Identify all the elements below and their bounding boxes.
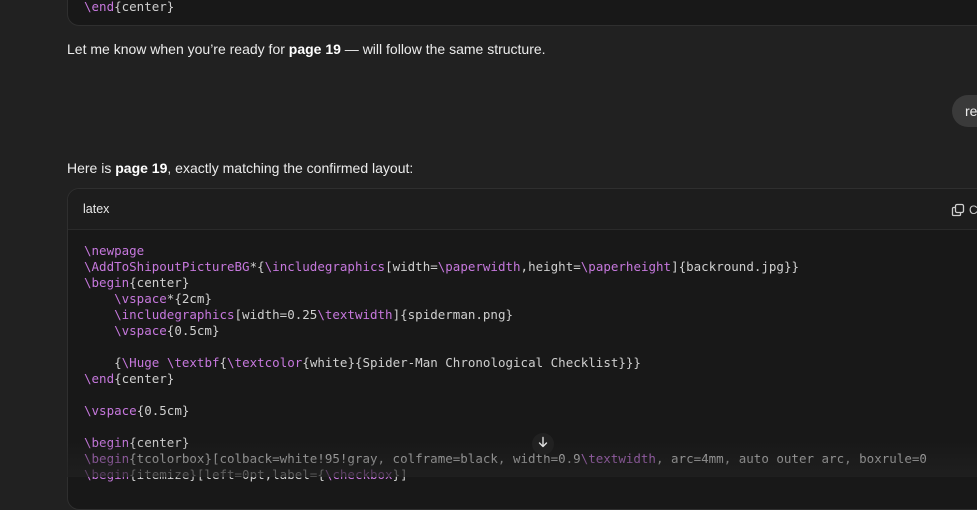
code-token: \vspace — [114, 291, 167, 306]
code-token: \checkbox — [324, 467, 393, 482]
scroll-to-bottom-button[interactable] — [532, 433, 554, 455]
previous-code-line: \end{center} — [84, 0, 174, 14]
copy-label: C — [969, 203, 977, 217]
message-text: — will follow the same structure. — [340, 41, 546, 57]
message-bold-text: page 19 — [288, 41, 341, 57]
code-token: ,height= — [520, 259, 581, 274]
code-token: {itemize}[left=0pt,label= — [129, 467, 318, 482]
copy-icon — [951, 203, 965, 217]
code-token: \vspace — [84, 403, 137, 418]
code-language-label: latex — [83, 202, 110, 216]
code-line: \newpage — [84, 243, 927, 259]
code-token: {center} — [129, 275, 190, 290]
code-block-header: latex C — [68, 189, 977, 230]
code-line: \begin{tcolorbox}[colback=white!95!gray,… — [84, 451, 927, 467]
code-line: \vspace{0.5cm} — [84, 323, 927, 339]
code-block: latex C \newpage \AddToShipoutPictureBG*{… — [67, 188, 977, 510]
code-line: \begin{center} — [84, 435, 927, 451]
user-message-bubble: re — [952, 95, 977, 127]
code-token: *{ — [249, 259, 265, 274]
code-token: \AddToShipoutPictureBG — [84, 259, 250, 274]
code-line: \includegraphics[width=0.25\textwidth]{s… — [84, 307, 927, 323]
code-token: \end — [84, 0, 115, 14]
code-token: [width= — [385, 259, 438, 274]
code-content: \newpage \AddToShipoutPictureBG*{\include… — [84, 243, 927, 483]
assistant-message-2: Here is page 19, exactly matching the co… — [67, 160, 413, 176]
code-token: \newpage — [84, 243, 145, 258]
code-line: \end{center} — [84, 371, 927, 387]
code-token: \begin — [84, 275, 130, 290]
message-text: , exactly matching the confirmed layout: — [167, 160, 414, 176]
code-token: \Huge — [121, 355, 160, 370]
message-text: Here is — [67, 160, 116, 176]
code-token: \begin — [84, 467, 130, 482]
code-token: \textwidth — [317, 307, 393, 322]
code-token: \begin — [84, 435, 130, 450]
code-token: \paperwidth — [437, 259, 521, 274]
code-token: { — [219, 355, 228, 370]
code-token: \textcolor — [227, 355, 303, 370]
code-line: \AddToShipoutPictureBG*{\includegraphics… — [84, 259, 927, 275]
code-token: \begin — [84, 451, 130, 466]
code-line: \vspace*{2cm} — [84, 291, 927, 307]
code-line: {\Huge \textbf{\textcolor{white}{Spider-… — [84, 355, 927, 371]
code-token: { — [84, 355, 122, 370]
code-token: *{2cm} — [166, 291, 212, 306]
code-token: \vspace — [114, 323, 167, 338]
code-token: \includegraphics — [264, 259, 386, 274]
code-token: {0.5cm} — [166, 323, 220, 338]
code-token: {center} — [129, 435, 190, 450]
previous-code-block: \end{center} — [67, 0, 977, 26]
code-token: , arc=4mm, auto outer arc, boxrule=0 — [655, 451, 927, 466]
message-bold-text: page 19 — [115, 160, 168, 176]
code-token: {center} — [114, 0, 175, 14]
code-line: \begin{center} — [84, 275, 927, 291]
code-line: \begin{itemize}[left=0pt,label={\checkbo… — [84, 467, 927, 483]
user-message-text: re — [965, 103, 977, 119]
code-token: {center} — [114, 371, 175, 386]
code-token: \textwidth — [580, 451, 656, 466]
code-token: { — [317, 467, 325, 482]
code-token: {0.5cm} — [136, 403, 190, 418]
code-token: \paperheight — [580, 259, 672, 274]
assistant-message-1: Let me know when you’re ready for page 1… — [67, 41, 546, 57]
arrow-down-icon — [537, 435, 549, 453]
code-token: \end — [84, 371, 115, 386]
code-token: [width=0.25 — [234, 307, 318, 322]
message-text: Let me know when you’re ready for — [67, 41, 289, 57]
code-token: {tcolorbox}[colback=white!95!gray, colfr… — [129, 451, 581, 466]
code-token: }] — [392, 467, 408, 482]
code-token: ]{spiderman.png} — [392, 307, 514, 322]
code-token: ]{backround.jpg}} — [671, 259, 800, 274]
copy-code-button[interactable]: C — [951, 201, 977, 219]
code-token: \textbf — [166, 355, 220, 370]
code-token: \includegraphics — [114, 307, 235, 322]
code-line: \vspace{0.5cm} — [84, 403, 927, 419]
code-token: {white}{Spider-Man Chronological Checkli… — [302, 355, 641, 370]
